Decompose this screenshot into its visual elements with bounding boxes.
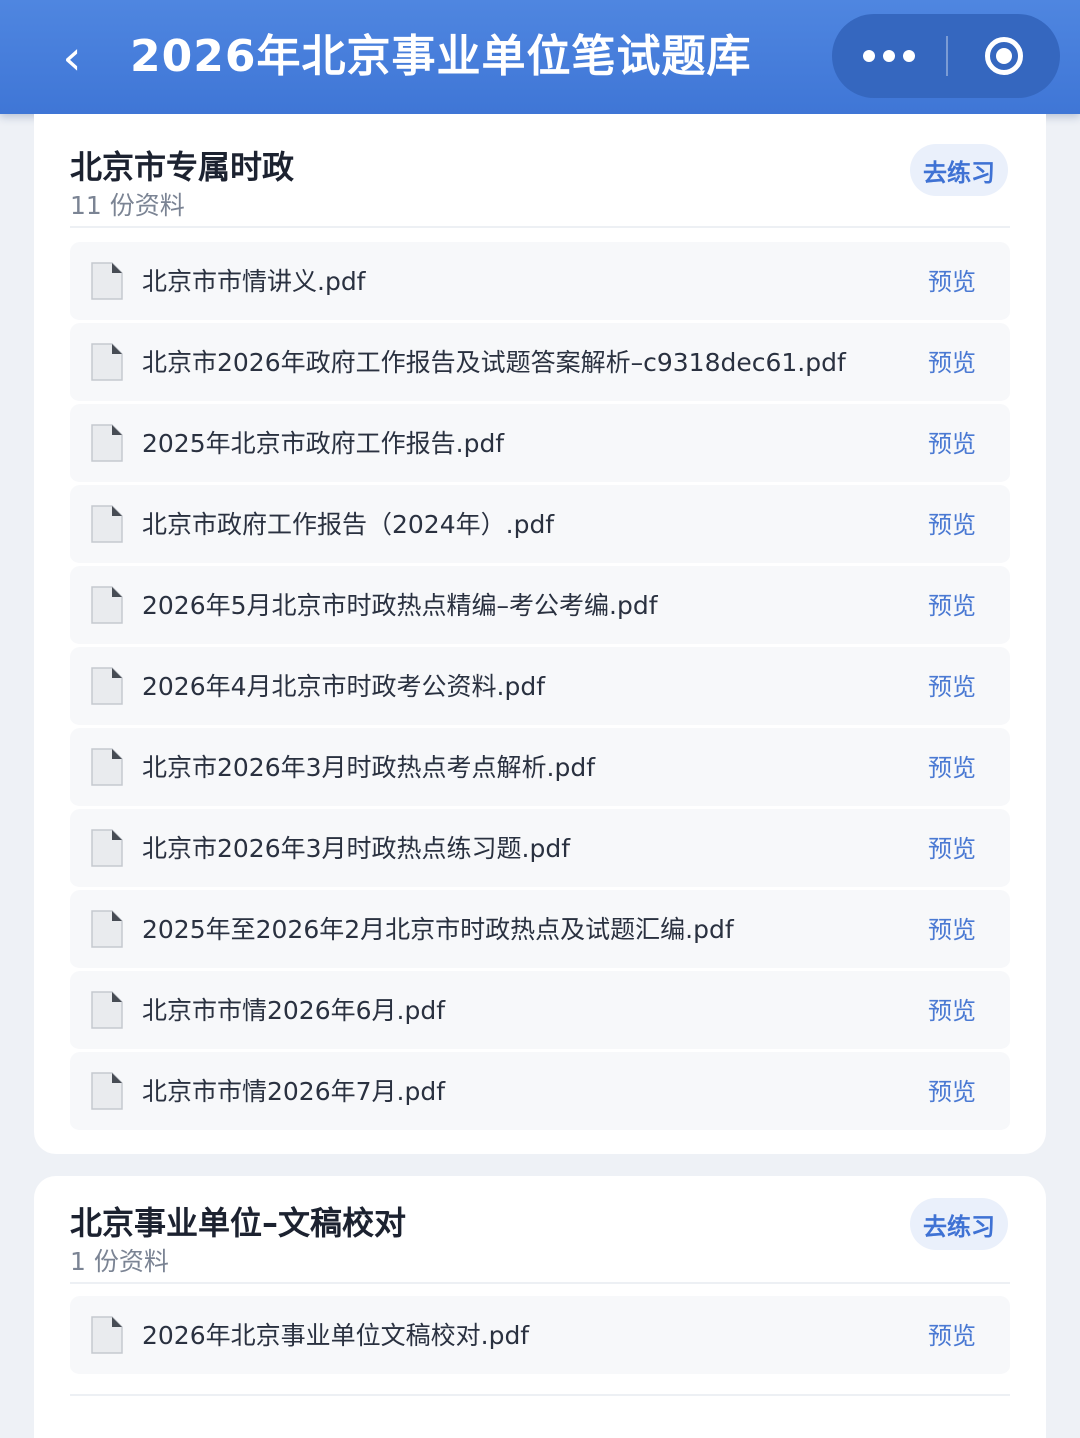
section-divider [70, 1282, 1010, 1284]
preview-link[interactable]: 预览 [928, 485, 976, 565]
target-icon [985, 37, 1023, 75]
section-divider [70, 1394, 1010, 1396]
file-name: 北京市市情2026年6月.pdf [142, 996, 446, 1025]
section-divider [70, 226, 1010, 228]
file-icon [91, 829, 123, 867]
file-name: 北京市市情2026年7月.pdf [142, 1077, 446, 1106]
file-icon [91, 505, 123, 543]
preview-link[interactable]: 预览 [928, 323, 976, 403]
file-icon [91, 262, 123, 300]
file-icon [91, 343, 123, 381]
file-name: 北京市政府工作报告（2024年）.pdf [142, 510, 555, 539]
section-card: 北京事业单位–文稿校对 1 份资料 去练习 2026年北京事业单位文稿校对.pd… [34, 1176, 1046, 1438]
preview-link[interactable]: 预览 [928, 404, 976, 484]
file-icon [91, 1316, 123, 1354]
file-row[interactable]: 北京市2026年3月时政热点练习题.pdf 预览 [70, 809, 1010, 889]
preview-link[interactable]: 预览 [928, 566, 976, 646]
file-row[interactable]: 2026年4月北京市时政考公资料.pdf 预览 [70, 647, 1010, 727]
file-name: 北京市2026年3月时政热点考点解析.pdf [142, 753, 596, 782]
more-button[interactable] [832, 14, 946, 98]
file-row[interactable]: 2026年5月北京市时政热点精编–考公考编.pdf 预览 [70, 566, 1010, 646]
nav-bar: ‹ 2026年北京事业单位笔试题库 [0, 0, 1080, 114]
section-card: 北京市专属时政 11 份资料 去练习 北京市市情讲义.pdf 预览 北京市202… [34, 114, 1046, 1154]
file-icon [91, 424, 123, 462]
file-name: 2025年至2026年2月北京市时政热点及试题汇编.pdf [142, 915, 734, 944]
more-dots-icon [859, 47, 919, 66]
preview-link[interactable]: 预览 [928, 971, 976, 1051]
file-icon [91, 667, 123, 705]
preview-link[interactable]: 预览 [928, 1052, 976, 1132]
mini-program-capsule [832, 14, 1060, 98]
practice-button[interactable]: 去练习 [910, 1198, 1008, 1250]
preview-link[interactable]: 预览 [928, 647, 976, 727]
file-row[interactable]: 北京市市情2026年7月.pdf 预览 [70, 1052, 1010, 1132]
file-row[interactable]: 2026年北京事业单位文稿校对.pdf 预览 [70, 1296, 1010, 1376]
file-name: 2026年4月北京市时政考公资料.pdf [142, 672, 546, 701]
back-button[interactable]: ‹ [52, 30, 92, 86]
section-count: 11 份资料 [70, 191, 185, 220]
file-row[interactable]: 北京市2026年3月时政热点考点解析.pdf 预览 [70, 728, 1010, 808]
preview-link[interactable]: 预览 [928, 728, 976, 808]
file-name: 北京市2026年3月时政热点练习题.pdf [142, 834, 571, 863]
section-title: 北京市专属时政 [70, 148, 295, 186]
file-row[interactable]: 2025年北京市政府工作报告.pdf 预览 [70, 404, 1010, 484]
file-icon [91, 748, 123, 786]
file-row[interactable]: 2025年至2026年2月北京市时政热点及试题汇编.pdf 预览 [70, 890, 1010, 970]
page-title: 2026年北京事业单位笔试题库 [130, 31, 752, 82]
preview-link[interactable]: 预览 [928, 890, 976, 970]
file-name: 2026年北京事业单位文稿校对.pdf [142, 1321, 530, 1350]
file-icon [91, 991, 123, 1029]
file-row[interactable]: 北京市2026年政府工作报告及试题答案解析–c9318dec61.pdf 预览 [70, 323, 1010, 403]
section-title: 北京事业单位–文稿校对 [70, 1204, 407, 1242]
preview-link[interactable]: 预览 [928, 1296, 976, 1376]
file-row[interactable]: 北京市市情2026年6月.pdf 预览 [70, 971, 1010, 1051]
chevron-left-icon: ‹ [62, 30, 82, 86]
section-count: 1 份资料 [70, 1247, 169, 1276]
preview-link[interactable]: 预览 [928, 242, 976, 322]
file-icon [91, 910, 123, 948]
close-button[interactable] [948, 14, 1060, 98]
file-name: 2025年北京市政府工作报告.pdf [142, 429, 505, 458]
file-name: 北京市2026年政府工作报告及试题答案解析–c9318dec61.pdf [142, 348, 846, 377]
file-name: 2026年5月北京市时政热点精编–考公考编.pdf [142, 591, 658, 620]
file-row[interactable]: 北京市市情讲义.pdf 预览 [70, 242, 1010, 322]
file-name: 北京市市情讲义.pdf [142, 267, 366, 296]
file-row[interactable]: 北京市政府工作报告（2024年）.pdf 预览 [70, 485, 1010, 565]
practice-button[interactable]: 去练习 [910, 144, 1008, 196]
file-icon [91, 1072, 123, 1110]
file-icon [91, 586, 123, 624]
preview-link[interactable]: 预览 [928, 809, 976, 889]
